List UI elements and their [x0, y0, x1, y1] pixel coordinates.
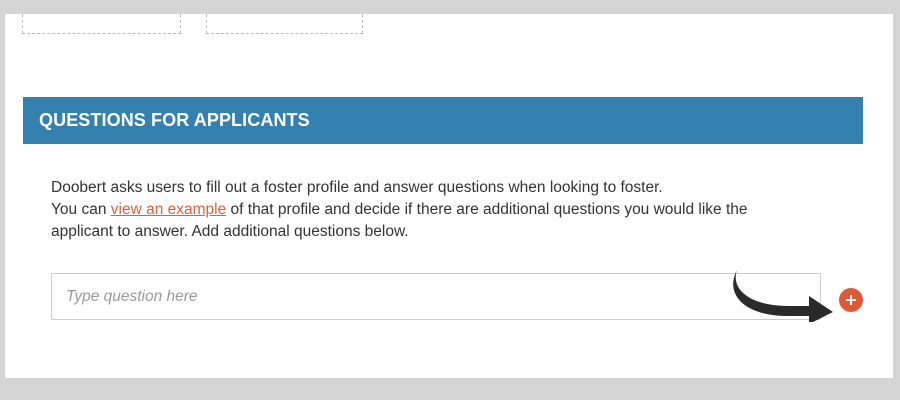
description-text: You can — [51, 201, 111, 218]
description-line-2: You can view an example of that profile … — [51, 199, 841, 221]
upload-box-right[interactable] — [206, 14, 363, 34]
question-input[interactable] — [51, 273, 821, 320]
upload-box-left[interactable] — [22, 14, 181, 34]
view-example-link[interactable]: view an example — [111, 201, 226, 218]
description-text: of that profile and decide if there are … — [226, 201, 748, 218]
curved-arrow-icon — [733, 270, 833, 322]
plus-icon — [846, 295, 856, 305]
description-line-1: Doobert asks users to fill out a foster … — [51, 179, 663, 196]
page-frame: QUESTIONS FOR APPLICANTS Doobert asks us… — [5, 14, 893, 378]
description-line-3: applicant to answer. Add additional ques… — [51, 223, 409, 240]
section-description: Doobert asks users to fill out a foster … — [51, 177, 841, 243]
add-question-button[interactable] — [839, 288, 863, 312]
section-header: QUESTIONS FOR APPLICANTS — [23, 97, 863, 144]
section-title: QUESTIONS FOR APPLICANTS — [39, 110, 310, 130]
